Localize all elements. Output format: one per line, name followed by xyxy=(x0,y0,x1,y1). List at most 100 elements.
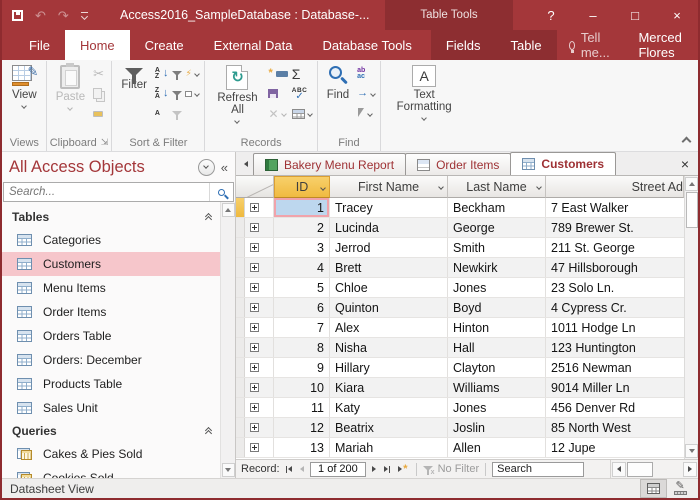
column-header-last-name[interactable]: Last Name xyxy=(448,176,546,198)
collapse-group-icon[interactable] xyxy=(206,214,211,220)
cell-first-name[interactable]: Lucinda xyxy=(330,218,448,237)
cell-first-name[interactable]: Jerrod xyxy=(330,238,448,257)
nav-group-tables[interactable]: Tables xyxy=(2,206,220,228)
close-document-icon[interactable]: × xyxy=(672,156,698,172)
ascending-button[interactable]: AZ ↓ xyxy=(155,66,169,81)
document-tab[interactable]: Customers xyxy=(510,152,616,175)
dialog-launcher-icon[interactable]: ⇲ xyxy=(101,138,109,147)
cell-street-address[interactable]: 9014 Miller Ln xyxy=(546,378,684,397)
nav-search-button[interactable] xyxy=(209,183,233,201)
cell-last-name[interactable]: Hinton xyxy=(448,318,546,337)
record-selector[interactable] xyxy=(236,398,245,417)
cell-street-address[interactable]: 4 Cypress Cr. xyxy=(546,298,684,317)
filter-status-button[interactable]: x No Filter xyxy=(423,463,480,475)
tab-table[interactable]: Table xyxy=(496,30,557,60)
expand-subdatasheet-icon[interactable] xyxy=(250,263,259,272)
cell-street-address[interactable]: 7 East Walker xyxy=(546,198,684,217)
select-button[interactable] xyxy=(357,106,375,121)
paste-button[interactable]: Paste xyxy=(50,62,91,110)
more-button[interactable] xyxy=(292,106,312,121)
column-header-id[interactable]: ID xyxy=(274,176,330,198)
cell-last-name[interactable]: Allen xyxy=(448,438,546,457)
refresh-all-button[interactable]: ↻ Refresh All xyxy=(208,62,266,123)
cell-id[interactable]: 3 xyxy=(274,238,330,257)
cell-last-name[interactable]: Beckham xyxy=(448,198,546,217)
tell-me-box[interactable]: Tell me... xyxy=(557,30,625,60)
delete-button[interactable]: ✕ xyxy=(268,106,287,121)
cell-first-name[interactable]: Chloe xyxy=(330,278,448,297)
cell-last-name[interactable]: Hall xyxy=(448,338,546,357)
cell-first-name[interactable]: Nisha xyxy=(330,338,448,357)
cell-first-name[interactable]: Katy xyxy=(330,398,448,417)
nav-item-table[interactable]: Orders Table xyxy=(2,324,220,348)
help-button[interactable]: ? xyxy=(530,0,572,30)
collapse-group-icon[interactable] xyxy=(206,428,211,434)
customize-qat-icon[interactable] xyxy=(81,12,88,19)
cell-id[interactable]: 6 xyxy=(274,298,330,317)
scroll-up-icon[interactable] xyxy=(222,203,235,217)
cell-first-name[interactable]: Beatrix xyxy=(330,418,448,437)
nav-item-table[interactable]: Customers xyxy=(2,252,220,276)
cell-street-address[interactable]: 211 St. George xyxy=(546,238,684,257)
record-selector[interactable] xyxy=(236,218,245,237)
nav-group-queries[interactable]: Queries xyxy=(2,420,220,442)
record-selector[interactable] xyxy=(236,258,245,277)
filter-dropdown-icon[interactable] xyxy=(320,185,326,191)
cell-last-name[interactable]: Clayton xyxy=(448,358,546,377)
tab-home[interactable]: Home xyxy=(65,30,130,60)
record-selector[interactable] xyxy=(236,238,245,257)
goto-button[interactable]: → xyxy=(357,86,375,101)
cell-first-name[interactable]: Mariah xyxy=(330,438,448,457)
nav-item-table[interactable]: Categories xyxy=(2,228,220,252)
nav-item-query[interactable]: Cakes & Pies Sold xyxy=(2,442,220,466)
new-record-button[interactable]: * xyxy=(396,464,409,475)
text-formatting-button[interactable]: A Text Formatting xyxy=(384,62,464,120)
record-selector[interactable] xyxy=(236,318,245,337)
cell-first-name[interactable]: Hillary xyxy=(330,358,448,377)
horizontal-scrollbar[interactable] xyxy=(610,460,698,478)
close-button[interactable]: × xyxy=(656,0,698,30)
cell-street-address[interactable]: 456 Denver Rd xyxy=(546,398,684,417)
cell-last-name[interactable]: Jones xyxy=(448,398,546,417)
record-selector[interactable] xyxy=(236,198,245,217)
cell-last-name[interactable]: Jones xyxy=(448,278,546,297)
account-name[interactable]: Merced Flores xyxy=(624,30,698,60)
datasheet-view-button[interactable] xyxy=(640,479,667,498)
cell-last-name[interactable]: Newkirk xyxy=(448,258,546,277)
format-painter-button[interactable] xyxy=(93,106,104,121)
first-record-button[interactable] xyxy=(284,466,295,473)
record-selector[interactable] xyxy=(236,338,245,357)
expand-subdatasheet-icon[interactable] xyxy=(250,423,259,432)
cell-street-address[interactable]: 23 Solo Ln. xyxy=(546,278,684,297)
tab-create[interactable]: Create xyxy=(130,30,199,60)
nav-menu-button[interactable] xyxy=(198,159,215,176)
scroll-left-icon[interactable] xyxy=(612,462,626,477)
expand-subdatasheet-icon[interactable] xyxy=(250,363,259,372)
cell-street-address[interactable]: 1011 Hodge Ln xyxy=(546,318,684,337)
scrollbar-thumb[interactable] xyxy=(686,192,698,228)
expand-subdatasheet-icon[interactable] xyxy=(250,323,259,332)
cut-button[interactable]: ✂ xyxy=(93,66,104,81)
cell-first-name[interactable]: Tracey xyxy=(330,198,448,217)
scroll-down-icon[interactable] xyxy=(222,463,235,477)
cell-id[interactable]: 8 xyxy=(274,338,330,357)
cell-id[interactable]: 5 xyxy=(274,278,330,297)
filter-button[interactable]: Filter xyxy=(115,62,153,91)
expand-subdatasheet-icon[interactable] xyxy=(250,383,259,392)
nav-item-table[interactable]: Products Table xyxy=(2,372,220,396)
scrollbar-thumb[interactable] xyxy=(627,462,653,477)
redo-icon[interactable]: ↷ xyxy=(58,9,69,22)
cell-id[interactable]: 11 xyxy=(274,398,330,417)
cell-first-name[interactable]: Alex xyxy=(330,318,448,337)
record-selector[interactable] xyxy=(236,418,245,437)
cell-first-name[interactable]: Brett xyxy=(330,258,448,277)
expand-subdatasheet-icon[interactable] xyxy=(250,403,259,412)
descending-button[interactable]: ZA ↓ xyxy=(155,86,169,101)
record-selector[interactable] xyxy=(236,438,245,457)
expand-subdatasheet-icon[interactable] xyxy=(250,443,259,452)
nav-item-query[interactable]: Cookies Sold xyxy=(2,466,220,478)
view-button[interactable]: ✎ View xyxy=(6,62,43,108)
tab-fields[interactable]: Fields xyxy=(431,30,496,60)
expand-subdatasheet-icon[interactable] xyxy=(250,343,259,352)
cell-last-name[interactable]: Smith xyxy=(448,238,546,257)
